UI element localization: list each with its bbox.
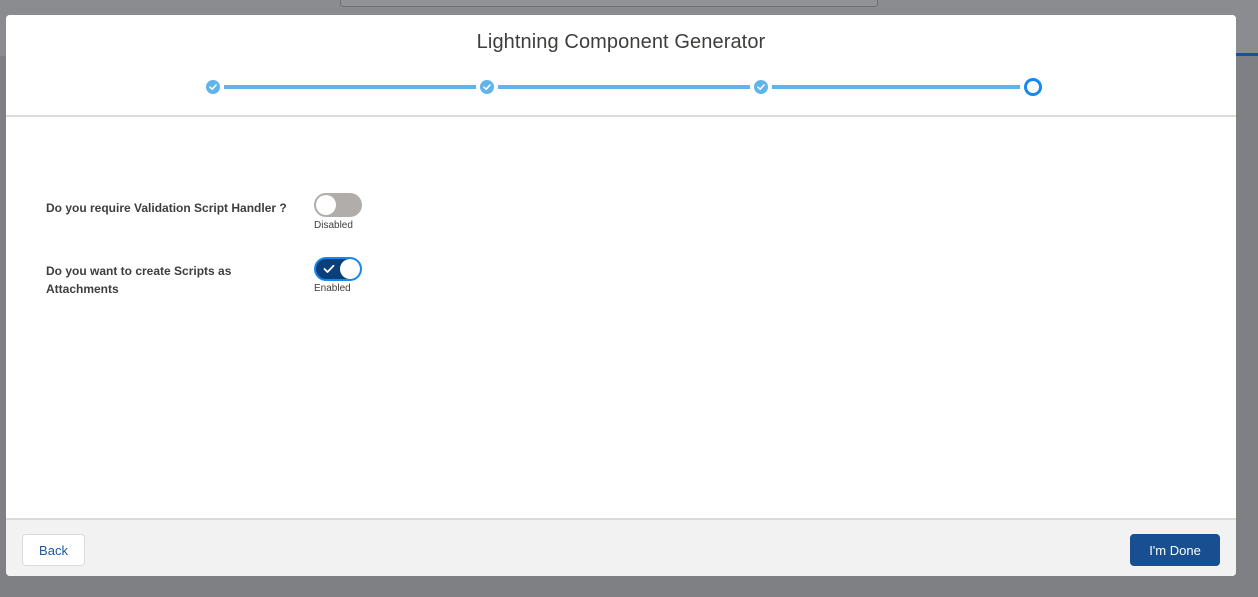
modal-footer: Back I'm Done	[6, 518, 1236, 576]
progress-indicator	[6, 15, 1236, 115]
progress-step-1[interactable]	[206, 80, 220, 94]
validation-handler-toggle[interactable]	[314, 193, 362, 217]
toggle-knob	[340, 259, 360, 279]
check-icon	[757, 84, 765, 90]
background-accent-bar	[1236, 53, 1258, 56]
check-icon	[483, 84, 491, 90]
progress-bar-segment	[224, 85, 476, 89]
progress-step-3[interactable]	[754, 80, 768, 94]
toggle-status-text: Enabled	[314, 283, 351, 294]
progress-bar-segment	[772, 85, 1020, 89]
check-icon	[209, 84, 217, 90]
setting-label: Do you require Validation Script Handler…	[46, 201, 287, 215]
progress-step-2[interactable]	[480, 80, 494, 94]
modal-body: Do you require Validation Script Handler…	[6, 117, 1236, 517]
progress-step-4-current[interactable]	[1024, 78, 1042, 96]
back-button[interactable]: Back	[22, 534, 85, 566]
done-button[interactable]: I'm Done	[1130, 534, 1220, 566]
scripts-attachments-toggle[interactable]	[314, 257, 362, 281]
modal-dialog: Lightning Component Generator Do you req…	[6, 15, 1236, 576]
toggle-knob	[316, 195, 336, 215]
toggle-status-text: Disabled	[314, 220, 353, 231]
progress-bar-segment	[498, 85, 750, 89]
background-search-bar	[340, 0, 878, 7]
setting-label: Do you want to create Scripts as Attachm…	[46, 264, 232, 296]
check-icon	[323, 264, 335, 273]
modal-header: Lightning Component Generator	[6, 15, 1236, 117]
